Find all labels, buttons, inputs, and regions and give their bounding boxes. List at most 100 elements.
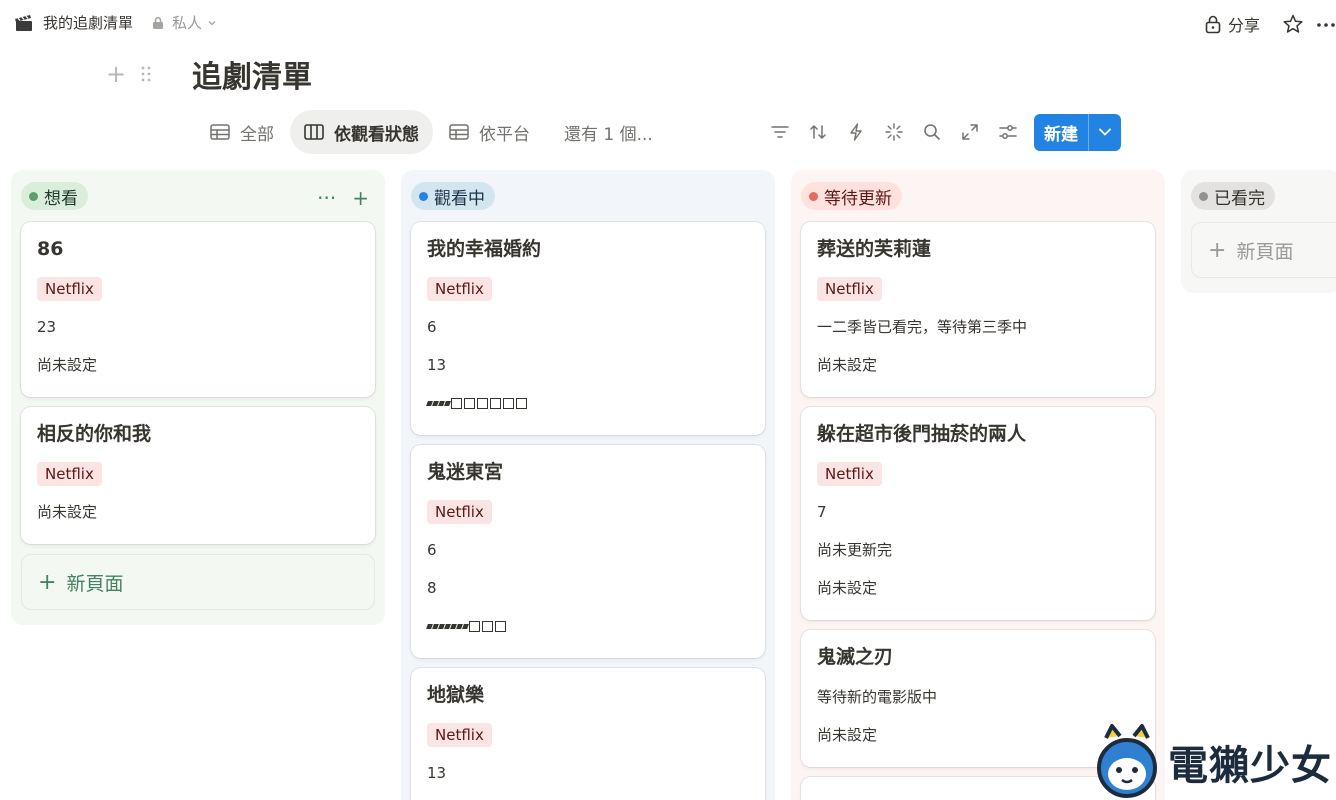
card-property: 尚未設定 [817,356,878,374]
platform-tag: Netflix [37,462,102,486]
more-icon[interactable]: ··· [317,186,336,210]
card-title: 86 [37,238,64,260]
card-title: 我的幸福婚約 [427,238,542,260]
filter-icon[interactable] [768,120,792,144]
watermark-text: 電獺少女 [1168,743,1332,789]
progress-empty-segment [477,397,488,409]
board-card[interactable]: 地獄樂 Netflix 13 [411,668,765,800]
progress-bar [426,391,749,415]
card-title: 鬼迷東宮 [427,461,504,483]
card-title: 葬送的芙莉蓮 [817,238,932,260]
add-icon[interactable]: + [352,186,369,210]
card-property: 等待新的電影版中 [817,688,938,706]
table-icon [210,124,230,140]
tab-label: 依平台 [479,124,530,145]
sort-icon[interactable] [806,120,830,144]
add-block-icon[interactable]: + [104,60,128,88]
status-pill[interactable]: 想看 [21,182,88,210]
board-icon [304,124,324,140]
more-icon[interactable] [1316,13,1336,35]
card-property: 尚未設定 [37,503,98,521]
new-button[interactable]: 新建 [1034,113,1121,151]
more-views-button[interactable]: 還有 1 個... [550,110,667,154]
board-card[interactable]: 86 Netflix 23 尚未設定 [21,222,375,397]
progress-empty-segment [469,620,480,632]
ai-icon[interactable] [882,120,906,144]
automation-icon[interactable] [844,120,868,144]
progress-filled-segment [462,623,469,629]
chevron-down-icon[interactable] [207,18,217,28]
tab-label: 依觀看狀態 [334,124,419,145]
board-card[interactable]: 躲在超市後門抽菸的兩人 Netflix 7 尚未更新完 尚未設定 [801,407,1155,620]
table-icon [449,124,469,140]
top-bar: 我的追劇清單 私人 分享 [0,0,1336,48]
share-button[interactable]: 分享 [1204,12,1260,36]
board-column-done: 已看完 + 新頁面 [1181,170,1336,293]
breadcrumb: 我的追劇清單 私人 [14,12,217,33]
progress-filled-segment [444,400,451,406]
status-label: 觀看中 [434,188,485,209]
platform-tag: Netflix [817,462,882,486]
card-property: 尚未更新完 [817,541,893,559]
chevron-down-icon[interactable] [1089,114,1121,151]
new-page-button[interactable]: + 新頁面 [21,554,375,610]
more-views-label: 還有 1 個... [564,124,653,145]
page-title[interactable]: 追劇清單 [192,52,312,96]
progress-empty-segment [482,620,493,632]
card-property: 6 [427,318,437,336]
progress-empty-segment [451,397,462,409]
board-card[interactable]: 葬送的芙莉蓮 Netflix 一二季皆已看完，等待第三季中 尚未設定 [801,222,1155,397]
status-label: 想看 [44,188,78,209]
card-property: 13 [427,356,447,374]
status-dot [29,191,38,201]
progress-empty-segment [490,397,501,409]
tab-by-status[interactable]: 依觀看狀態 [290,110,433,154]
card-property: 7 [817,503,827,521]
card-property: 尚未設定 [817,579,878,597]
tab-label: 全部 [240,124,274,145]
watermark-logo: 電獺少女 [1092,724,1332,800]
lock-icon [1205,15,1221,34]
privacy-label[interactable]: 私人 [172,12,202,33]
star-icon[interactable] [1282,13,1304,35]
tab-by-platform[interactable]: 依平台 [435,110,544,154]
page-breadcrumb-title[interactable]: 我的追劇清單 [43,12,133,33]
share-label: 分享 [1227,16,1260,35]
card-property: 8 [427,579,437,597]
clapperboard-icon [15,14,32,31]
board-card[interactable]: 我的幸福婚約 Netflix 6 13 [411,222,765,435]
status-pill[interactable]: 已看完 [1191,182,1275,210]
search-icon[interactable] [920,120,944,144]
card-property: 尚未設定 [37,356,98,374]
tab-all[interactable]: 全部 [196,110,288,154]
board-column-want: 想看 ··· + 86 Netflix 23 尚未設定 相反的你和我 Netfl… [11,170,385,625]
card-property: 一二季皆已看完，等待第三季中 [817,318,1028,336]
status-dot [419,191,428,201]
platform-tag: Netflix [37,277,102,301]
status-pill[interactable]: 觀看中 [411,182,495,210]
column-header: 已看完 [1191,170,1331,222]
new-label: 新建 [1034,113,1089,151]
drag-handle-icon[interactable] [140,64,152,84]
progress-empty-segment [503,397,514,409]
add-icon: + [38,569,57,595]
expand-icon[interactable] [958,120,982,144]
column-header: 等待更新 [801,170,1155,222]
platform-tag: Netflix [427,723,492,747]
board-column-waiting: 等待更新 葬送的芙莉蓮 Netflix 一二季皆已看完，等待第三季中 尚未設定 … [791,170,1165,800]
view-tabs: 全部 依觀看狀態 依平台 還有 1 個... [196,110,669,154]
card-property: 23 [37,318,57,336]
card-title: 相反的你和我 [37,423,152,445]
new-page-button[interactable]: + 新頁面 [1191,222,1336,278]
progress-bar [426,614,749,638]
progress-empty-segment [495,620,506,632]
card-property: 6 [427,541,437,559]
column-actions: ··· + [301,186,369,210]
progress-empty-segment [516,397,527,409]
settings-icon[interactable] [996,120,1020,144]
board-card[interactable]: 鬼迷東宮 Netflix 6 8 [411,445,765,658]
card-property: 13 [427,764,447,782]
board-card[interactable]: 相反的你和我 Netflix 尚未設定 [21,407,375,544]
lock-icon [153,16,164,29]
status-pill[interactable]: 等待更新 [801,182,902,210]
